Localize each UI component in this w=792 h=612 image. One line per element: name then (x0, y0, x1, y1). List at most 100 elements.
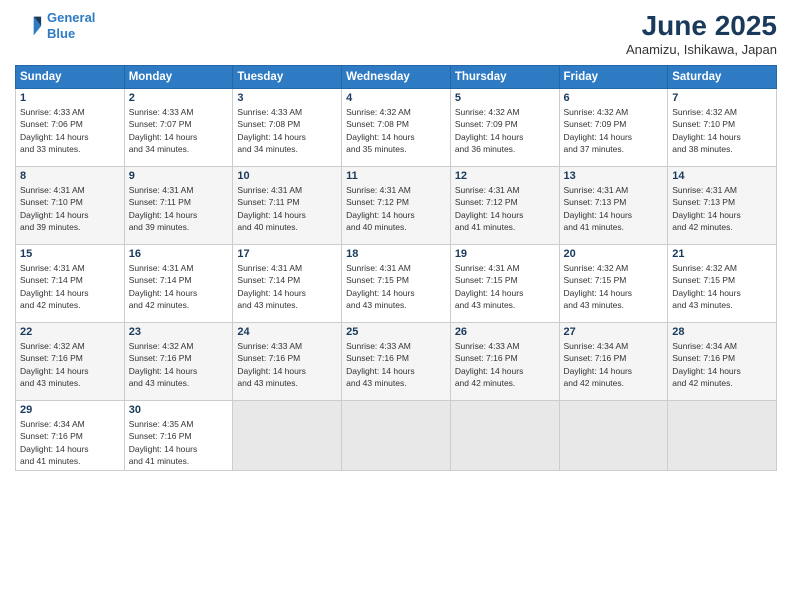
day-number: 2 (129, 92, 229, 104)
calendar-cell (342, 401, 451, 471)
day-number: 8 (20, 170, 120, 182)
day-info: Sunrise: 4:31 AM Sunset: 7:12 PM Dayligh… (455, 184, 555, 233)
col-wednesday: Wednesday (342, 66, 451, 89)
calendar-cell: 26 Sunrise: 4:33 AM Sunset: 7:16 PM Dayli… (450, 323, 559, 401)
day-number: 22 (20, 326, 120, 338)
calendar-cell: 16 Sunrise: 4:31 AM Sunset: 7:14 PM Dayli… (124, 245, 233, 323)
col-friday: Friday (559, 66, 668, 89)
day-info: Sunrise: 4:31 AM Sunset: 7:14 PM Dayligh… (237, 262, 337, 311)
col-thursday: Thursday (450, 66, 559, 89)
day-number: 6 (564, 92, 664, 104)
day-number: 24 (237, 326, 337, 338)
day-number: 15 (20, 248, 120, 260)
calendar-cell: 17 Sunrise: 4:31 AM Sunset: 7:14 PM Dayli… (233, 245, 342, 323)
calendar-cell: 10 Sunrise: 4:31 AM Sunset: 7:11 PM Dayli… (233, 167, 342, 245)
logo: General Blue (15, 10, 95, 41)
day-info: Sunrise: 4:32 AM Sunset: 7:09 PM Dayligh… (564, 106, 664, 155)
day-info: Sunrise: 4:32 AM Sunset: 7:08 PM Dayligh… (346, 106, 446, 155)
calendar-cell: 24 Sunrise: 4:33 AM Sunset: 7:16 PM Dayli… (233, 323, 342, 401)
calendar-cell: 22 Sunrise: 4:32 AM Sunset: 7:16 PM Dayli… (16, 323, 125, 401)
day-number: 29 (20, 404, 120, 416)
day-info: Sunrise: 4:33 AM Sunset: 7:08 PM Dayligh… (237, 106, 337, 155)
calendar-cell: 18Sunrise: 4:31 AM Sunset: 7:15 PM Dayli… (342, 245, 451, 323)
calendar-cell: 19Sunrise: 4:31 AM Sunset: 7:15 PM Dayli… (450, 245, 559, 323)
day-info: Sunrise: 4:35 AM Sunset: 7:16 PM Dayligh… (129, 418, 229, 467)
day-info: Sunrise: 4:34 AM Sunset: 7:16 PM Dayligh… (672, 340, 772, 389)
day-number: 23 (129, 326, 229, 338)
calendar-cell: 13 Sunrise: 4:31 AM Sunset: 7:13 PM Dayli… (559, 167, 668, 245)
calendar-cell: 2 Sunrise: 4:33 AM Sunset: 7:07 PM Daylig… (124, 89, 233, 167)
calendar-cell: 14 Sunrise: 4:31 AM Sunset: 7:13 PM Dayli… (668, 167, 777, 245)
header: General Blue June 2025 Anamizu, Ishikawa… (15, 10, 777, 57)
day-number: 3 (237, 92, 337, 104)
calendar-cell: 8 Sunrise: 4:31 AM Sunset: 7:10 PM Daylig… (16, 167, 125, 245)
day-number: 5 (455, 92, 555, 104)
day-number: 26 (455, 326, 555, 338)
day-number: 25 (346, 326, 446, 338)
day-info: Sunrise: 4:31 AM Sunset: 7:14 PM Dayligh… (20, 262, 120, 311)
calendar-cell (450, 401, 559, 471)
day-info: Sunrise: 4:32 AM Sunset: 7:09 PM Dayligh… (455, 106, 555, 155)
calendar-cell: 20Sunrise: 4:32 AM Sunset: 7:15 PM Dayli… (559, 245, 668, 323)
main-title: June 2025 (626, 10, 777, 42)
calendar-cell: 27Sunrise: 4:34 AM Sunset: 7:16 PM Dayli… (559, 323, 668, 401)
col-monday: Monday (124, 66, 233, 89)
day-info: Sunrise: 4:32 AM Sunset: 7:10 PM Dayligh… (672, 106, 772, 155)
day-number: 17 (237, 248, 337, 260)
day-number: 9 (129, 170, 229, 182)
day-info: Sunrise: 4:31 AM Sunset: 7:15 PM Dayligh… (455, 262, 555, 311)
calendar-cell: 28 Sunrise: 4:34 AM Sunset: 7:16 PM Dayli… (668, 323, 777, 401)
day-number: 1 (20, 92, 120, 104)
day-info: Sunrise: 4:31 AM Sunset: 7:12 PM Dayligh… (346, 184, 446, 233)
day-number: 12 (455, 170, 555, 182)
calendar-cell: 21 Sunrise: 4:32 AM Sunset: 7:15 PM Dayli… (668, 245, 777, 323)
calendar-cell (233, 401, 342, 471)
day-info: Sunrise: 4:31 AM Sunset: 7:13 PM Dayligh… (672, 184, 772, 233)
day-number: 11 (346, 170, 446, 182)
logo-text: General Blue (47, 10, 95, 41)
day-info: Sunrise: 4:33 AM Sunset: 7:06 PM Dayligh… (20, 106, 120, 155)
calendar-cell: 3 Sunrise: 4:33 AM Sunset: 7:08 PM Daylig… (233, 89, 342, 167)
day-info: Sunrise: 4:33 AM Sunset: 7:16 PM Dayligh… (237, 340, 337, 389)
calendar-cell: 23 Sunrise: 4:32 AM Sunset: 7:16 PM Dayli… (124, 323, 233, 401)
day-number: 10 (237, 170, 337, 182)
day-number: 18 (346, 248, 446, 260)
day-info: Sunrise: 4:32 AM Sunset: 7:16 PM Dayligh… (129, 340, 229, 389)
day-info: Sunrise: 4:34 AM Sunset: 7:16 PM Dayligh… (564, 340, 664, 389)
day-number: 13 (564, 170, 664, 182)
subtitle: Anamizu, Ishikawa, Japan (626, 42, 777, 57)
day-info: Sunrise: 4:34 AM Sunset: 7:16 PM Dayligh… (20, 418, 120, 467)
day-info: Sunrise: 4:31 AM Sunset: 7:11 PM Dayligh… (237, 184, 337, 233)
calendar-cell: 29 Sunrise: 4:34 AM Sunset: 7:16 PM Dayli… (16, 401, 125, 471)
col-sunday: Sunday (16, 66, 125, 89)
day-info: Sunrise: 4:32 AM Sunset: 7:15 PM Dayligh… (672, 262, 772, 311)
title-block: June 2025 Anamizu, Ishikawa, Japan (626, 10, 777, 57)
calendar-cell: 25Sunrise: 4:33 AM Sunset: 7:16 PM Dayli… (342, 323, 451, 401)
day-info: Sunrise: 4:31 AM Sunset: 7:10 PM Dayligh… (20, 184, 120, 233)
day-number: 20 (564, 248, 664, 260)
logo-icon (15, 12, 43, 40)
calendar-cell: 7Sunrise: 4:32 AM Sunset: 7:10 PM Daylig… (668, 89, 777, 167)
logo-line2: Blue (47, 26, 95, 42)
calendar-cell (559, 401, 668, 471)
calendar-cell: 15 Sunrise: 4:31 AM Sunset: 7:14 PM Dayli… (16, 245, 125, 323)
calendar-cell: 11 Sunrise: 4:31 AM Sunset: 7:12 PM Dayli… (342, 167, 451, 245)
day-number: 28 (672, 326, 772, 338)
day-info: Sunrise: 4:32 AM Sunset: 7:16 PM Dayligh… (20, 340, 120, 389)
calendar-cell (668, 401, 777, 471)
day-number: 21 (672, 248, 772, 260)
day-info: Sunrise: 4:31 AM Sunset: 7:11 PM Dayligh… (129, 184, 229, 233)
calendar-cell: 12 Sunrise: 4:31 AM Sunset: 7:12 PM Dayli… (450, 167, 559, 245)
day-number: 16 (129, 248, 229, 260)
day-info: Sunrise: 4:33 AM Sunset: 7:07 PM Dayligh… (129, 106, 229, 155)
calendar-header-row: Sunday Monday Tuesday Wednesday Thursday… (16, 66, 777, 89)
day-info: Sunrise: 4:31 AM Sunset: 7:14 PM Dayligh… (129, 262, 229, 311)
day-number: 14 (672, 170, 772, 182)
day-number: 30 (129, 404, 229, 416)
calendar-cell: 30 Sunrise: 4:35 AM Sunset: 7:16 PM Dayli… (124, 401, 233, 471)
calendar-cell: 6 Sunrise: 4:32 AM Sunset: 7:09 PM Daylig… (559, 89, 668, 167)
day-info: Sunrise: 4:31 AM Sunset: 7:13 PM Dayligh… (564, 184, 664, 233)
day-info: Sunrise: 4:33 AM Sunset: 7:16 PM Dayligh… (455, 340, 555, 389)
calendar-cell: 9 Sunrise: 4:31 AM Sunset: 7:11 PM Daylig… (124, 167, 233, 245)
calendar-cell: 1 Sunrise: 4:33 AM Sunset: 7:06 PM Daylig… (16, 89, 125, 167)
